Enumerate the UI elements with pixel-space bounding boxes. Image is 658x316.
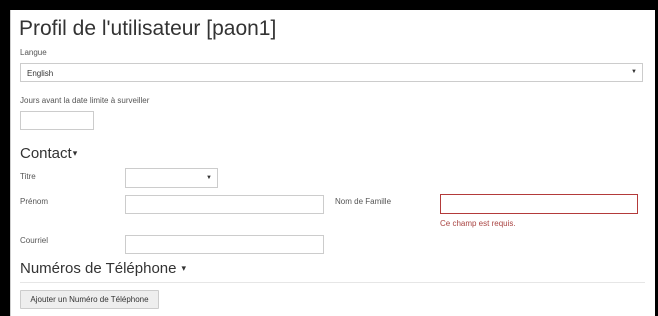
language-select-value: English bbox=[27, 69, 54, 78]
deadline-days-input[interactable] bbox=[20, 111, 94, 130]
chevron-down-icon: ▼ bbox=[206, 175, 212, 181]
first-name-label: Prénom bbox=[20, 197, 49, 206]
phones-heading: Numéros de Téléphone ▾ bbox=[20, 260, 186, 277]
contact-heading: Contact▾ bbox=[20, 145, 77, 162]
phones-toggle-icon[interactable]: ▾ bbox=[182, 263, 187, 273]
language-select[interactable]: English ▼ bbox=[20, 63, 643, 82]
last-name-error: Ce champ est requis. bbox=[440, 219, 516, 228]
chevron-down-icon: ▼ bbox=[631, 69, 637, 75]
phones-heading-text: Numéros de Téléphone bbox=[20, 260, 177, 277]
last-name-label: Nom de Famille bbox=[335, 197, 392, 206]
title-label: Titre bbox=[20, 172, 36, 181]
title-select[interactable]: ▼ bbox=[125, 168, 218, 188]
page-title: Profil de l'utilisateur [paon1] bbox=[19, 17, 277, 40]
email-label: Courriel bbox=[20, 236, 49, 245]
first-name-input[interactable] bbox=[125, 195, 324, 214]
contact-heading-text: Contact bbox=[20, 145, 72, 162]
contact-toggle-icon[interactable]: ▾ bbox=[73, 148, 78, 158]
last-name-input[interactable] bbox=[440, 194, 638, 214]
deadline-days-label: Jours avant la date limite à surveiller bbox=[20, 96, 150, 105]
email-input[interactable] bbox=[125, 235, 324, 254]
language-label: Langue bbox=[20, 48, 47, 57]
add-phone-button[interactable]: Ajouter un Numéro de Téléphone bbox=[20, 290, 159, 309]
section-divider bbox=[20, 282, 645, 283]
profile-panel: Profil de l'utilisateur [paon1] Langue E… bbox=[10, 10, 655, 316]
